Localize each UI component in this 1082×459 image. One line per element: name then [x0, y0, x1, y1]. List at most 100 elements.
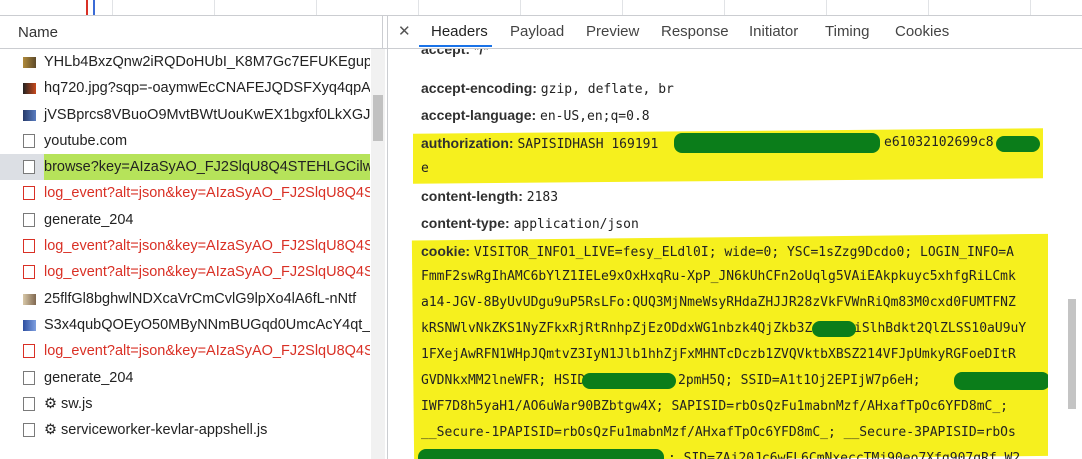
cookie-line: kRSNWlvNkZKS1NyZFkxRjRtRnhpZjEzODdxWG1nb… — [421, 321, 813, 336]
details-scrollbar[interactable] — [1064, 49, 1082, 459]
gear-icon: ⚙ — [44, 422, 62, 439]
request-name: log_event?alt=json&key=AIzaSyAO_FJ2SlqU8… — [44, 185, 370, 202]
cookie-line: 1FXejAwRFN1WHpJQmtvZ3IyN1Jlb1hhZjFxMHNTc… — [421, 347, 1016, 362]
cookie-line: __Secure-1PAPISID=rbOsQzFu1mabnMzf/AHxaf… — [421, 425, 1016, 440]
scrollbar-thumb[interactable] — [1068, 299, 1076, 409]
header-value-fragment: e61032102699c8 — [884, 135, 994, 150]
request-headers-list: accept: */* accept-encoding: gzip, defla… — [388, 49, 1048, 459]
network-timeline-overview[interactable] — [0, 0, 1082, 16]
request-row-failed[interactable]: log_event?alt=json&key=AIzaSyAO_FJ2SlqU8… — [0, 338, 370, 364]
request-name: hq720.jpg?sqp=-oaymwEcCNAFEJQDSFXyq4qpA — [44, 80, 370, 97]
request-row[interactable]: YHLb4BxzQnw2iRQDoHUbI_K8M7Gc7EFUKEgup7 — [0, 49, 370, 75]
request-name: jVSBprcs8VBuoO9MvtBWtUouKwEX1bgxf0LkXGJ — [44, 106, 370, 123]
request-name: generate_204 — [44, 211, 134, 228]
active-tab-indicator — [419, 45, 492, 47]
name-column-label: Name — [18, 24, 59, 41]
tab-timing[interactable]: Timing — [825, 23, 869, 40]
column-resizer[interactable] — [382, 16, 383, 48]
header-row-cookie: cookie: VISITOR_INFO1_LIVE=fesy_ELdl0I; … — [421, 243, 1014, 260]
cookie-line: ; SID=ZAj20Jc6wFL6CmNxeccTMj90eo7Xfq907g… — [668, 451, 1021, 459]
header-row-accept-encoding: accept-encoding: gzip, deflate, br — [421, 80, 674, 97]
tab-payload[interactable]: Payload — [510, 23, 564, 40]
document-icon — [23, 265, 35, 280]
image-icon — [23, 109, 36, 121]
header-value: SAPISIDHASH 169191 — [517, 137, 659, 152]
request-row[interactable]: hq720.jpg?sqp=-oaymwEcCNAFEJQDSFXyq4qpA — [0, 75, 370, 101]
timeline-gridline — [316, 0, 317, 15]
request-row-failed[interactable]: log_event?alt=json&key=AIzaSyAO_FJ2SlqU8… — [0, 259, 370, 285]
cookie-line: FmmF2swRgIhAMC6bYlZ1IELe9xOxHxqRu-XpP_JN… — [421, 269, 1016, 284]
request-name: ⚙ serviceworker-kevlar-appshell.js — [44, 417, 267, 443]
request-list-scrollbar[interactable] — [371, 49, 385, 459]
timeline-gridline — [418, 0, 419, 15]
request-row[interactable]: generate_204 — [0, 207, 370, 233]
request-name-text: sw.js — [61, 395, 93, 412]
cookie-line-fragment: iSlhBdkt2QlZLSS10aU9uY — [854, 321, 1027, 336]
request-row[interactable]: generate_204 — [0, 365, 370, 391]
document-icon — [23, 370, 35, 385]
header-row-content-length: content-length: 2183 — [421, 188, 558, 205]
timeline-gridline — [520, 0, 521, 15]
header-name: content-type: — [421, 215, 510, 231]
timeline-gridline — [724, 0, 725, 15]
header-value: gzip, deflate, br — [540, 82, 674, 97]
request-row[interactable]: ⚙ sw.js — [0, 391, 370, 417]
name-column-header[interactable]: Name — [0, 16, 387, 49]
request-row-failed[interactable]: log_event?alt=json&key=AIzaSyAO_FJ2SlqU8… — [0, 233, 370, 259]
request-row[interactable]: 25flfGl8bghwlNDXcaVrCmCvlG9lpXo4lA6fL-nN… — [0, 286, 370, 312]
request-details-panel: ✕ Headers Payload Preview Response Initi… — [388, 16, 1082, 459]
cookie-line: GVDNkxMM2lneWFR; HSID=A — [421, 373, 602, 388]
request-name: youtube.com — [44, 132, 128, 149]
request-name: browse?key=AIzaSyAO_FJ2SlqU8Q4STEHLGCilw… — [44, 154, 370, 181]
request-row[interactable]: ⚙ serviceworker-kevlar-appshell.js — [0, 417, 370, 443]
request-row-failed[interactable]: log_event?alt=json&key=AIzaSyAO_FJ2SlqU8… — [0, 180, 370, 206]
header-name: accept: */* — [421, 49, 489, 57]
request-list-panel: Name YHLb4BxzQnw2iRQDoHUbI_K8M7Gc7EFUKEg… — [0, 16, 388, 459]
redaction-mark — [954, 372, 1048, 390]
tab-response[interactable]: Response — [661, 23, 729, 40]
tab-initiator[interactable]: Initiator — [749, 23, 798, 40]
header-name: accept-encoding: — [421, 80, 537, 96]
request-name: log_event?alt=json&key=AIzaSyAO_FJ2SlqU8… — [44, 343, 370, 360]
request-name: generate_204 — [44, 369, 134, 386]
request-name: 25flfGl8bghwlNDXcaVrCmCvlG9lpXo4lA6fL-nN… — [44, 290, 357, 307]
tab-cookies[interactable]: Cookies — [895, 23, 949, 40]
timeline-gridline — [928, 0, 929, 15]
request-row-selected[interactable]: browse?key=AIzaSyAO_FJ2SlqU8Q4STEHLGCilw… — [0, 154, 370, 181]
redaction-mark — [582, 373, 676, 389]
header-row-authorization: authorization: SAPISIDHASH 169191 — [421, 135, 658, 152]
document-icon — [23, 133, 35, 148]
redaction-mark — [418, 449, 664, 459]
header-value: application/json — [513, 217, 639, 232]
header-name: authorization: — [421, 135, 514, 151]
image-icon — [23, 293, 36, 305]
cookie-line: IWF7D8h5yaH1/AO6uWar90BZbtgw4X; SAPISID=… — [421, 399, 1008, 414]
request-name: S3x4qubQOEyO50MByNNmBUGqd0UmcAcY4qt_ — [44, 316, 370, 333]
document-icon — [23, 212, 35, 227]
header-value: 2183 — [526, 190, 559, 205]
timeline-gridline — [622, 0, 623, 15]
timeline-gridline — [214, 0, 215, 15]
scrollbar-thumb[interactable] — [373, 95, 383, 141]
tab-preview[interactable]: Preview — [586, 23, 639, 40]
request-row[interactable]: jVSBprcs8VBuoO9MvtBWtUouKwEX1bgxf0LkXGJ — [0, 102, 370, 128]
document-icon — [23, 423, 35, 438]
request-row[interactable]: youtube.com — [0, 128, 370, 154]
request-row[interactable]: S3x4qubQOEyO50MByNNmBUGqd0UmcAcY4qt_ — [0, 312, 370, 338]
redaction-mark — [812, 321, 856, 337]
header-value: VISITOR_INFO1_LIVE=fesy_ELdl0I; wide=0; … — [473, 245, 1014, 260]
gear-icon: ⚙ — [44, 395, 62, 412]
timeline-gridline — [1030, 0, 1031, 15]
document-icon — [23, 344, 35, 359]
redaction-mark — [674, 133, 880, 153]
close-icon[interactable]: ✕ — [398, 22, 411, 40]
header-value-continuation: e — [421, 161, 429, 176]
header-name: cookie: — [421, 243, 471, 259]
domcontentloaded-marker — [93, 0, 95, 15]
cookie-line-fragment: 2pmH5Q; SSID=A1t1Oj2EPIjW7p6eH; — [678, 373, 921, 388]
request-name: log_event?alt=json&key=AIzaSyAO_FJ2SlqU8… — [44, 238, 370, 255]
request-name-text: serviceworker-kevlar-appshell.js — [61, 422, 268, 439]
tab-headers[interactable]: Headers — [431, 23, 488, 40]
header-name: accept-language: — [421, 107, 537, 123]
cookie-line: a14-JGV-8ByUvUDgu9uP5RsLFo:QUQ3MjNmeWsyR… — [421, 295, 1016, 310]
